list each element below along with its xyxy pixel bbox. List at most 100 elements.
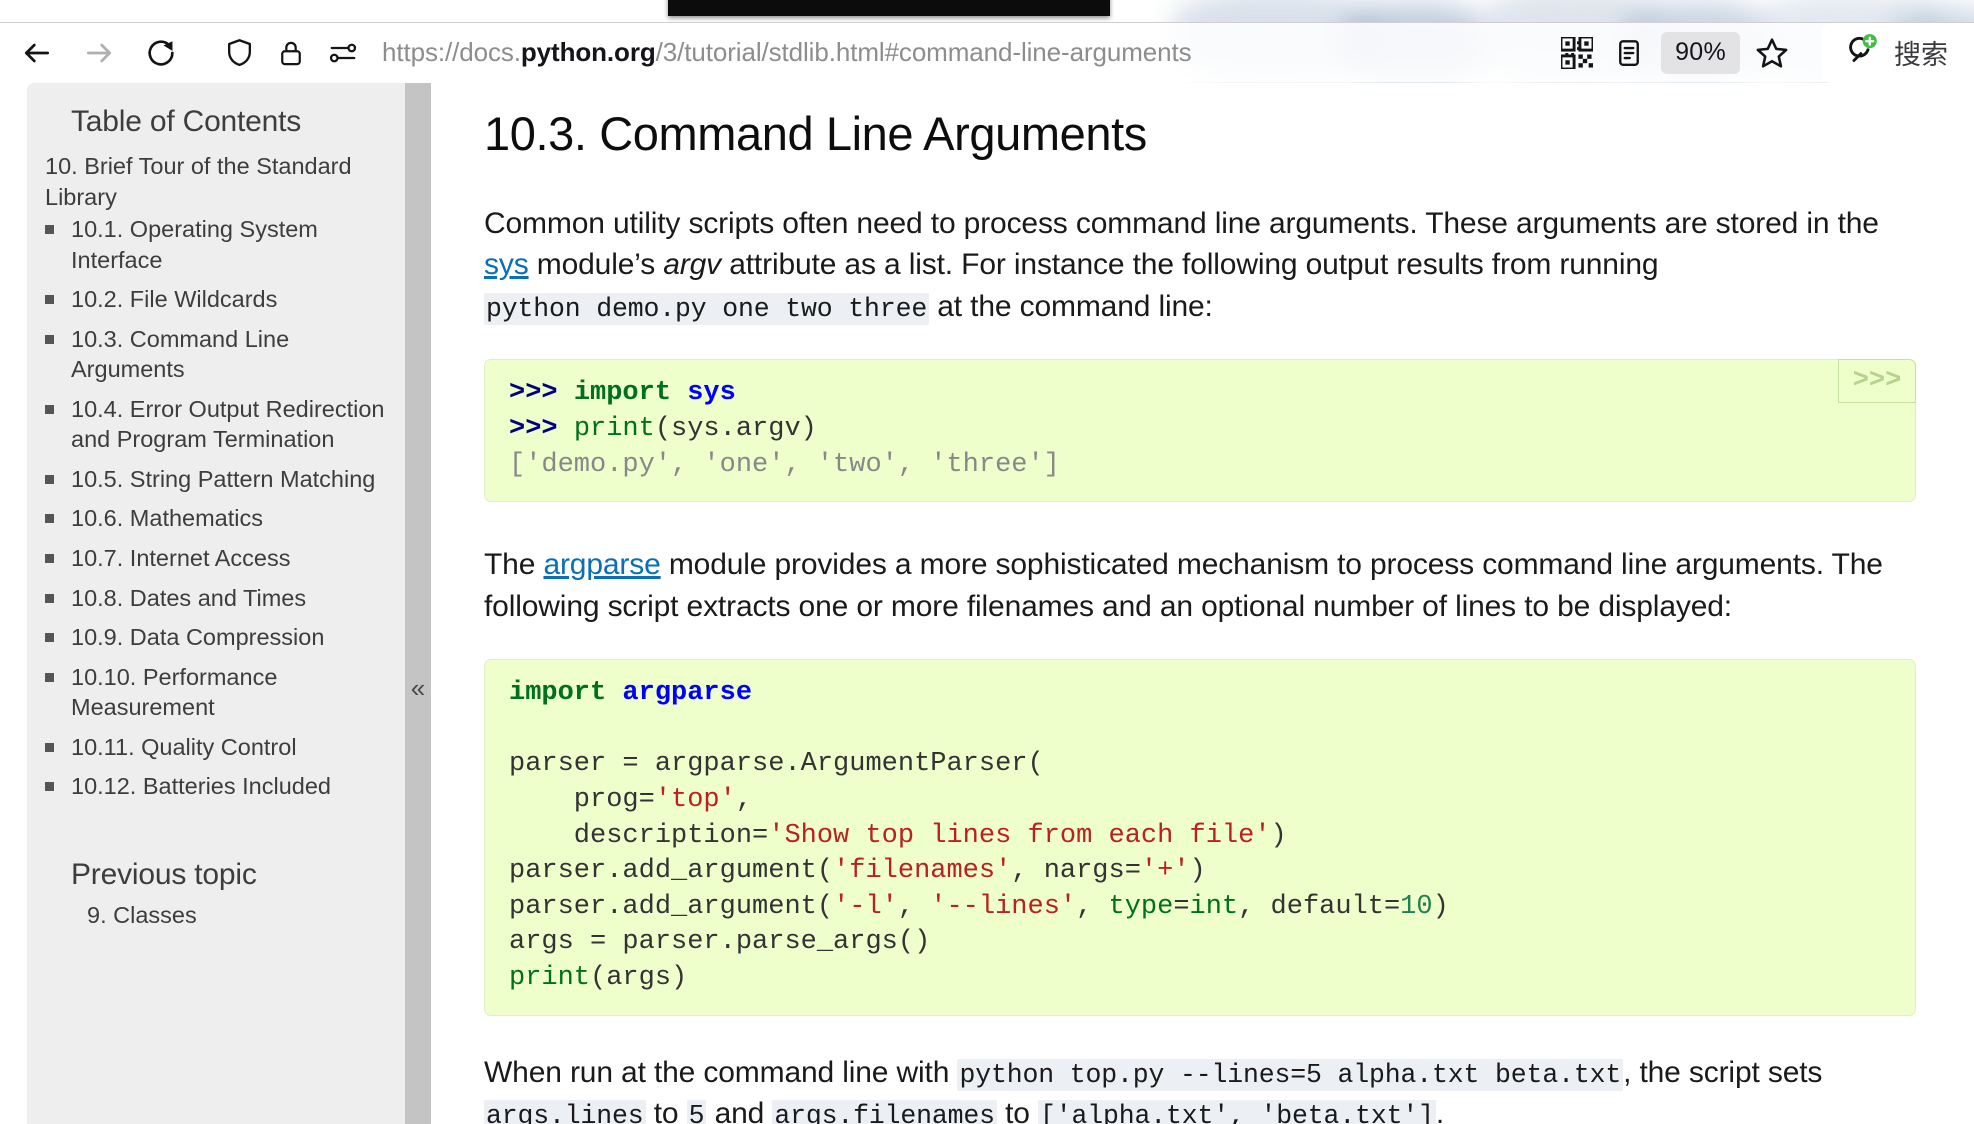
- p3-text-a: When run at the command line with: [484, 1055, 958, 1089]
- browser-tab[interactable]: [668, 0, 1110, 16]
- previous-topic-link[interactable]: 9. Classes: [87, 902, 401, 929]
- sidebar-item-10-11[interactable]: 10.11. Quality Control: [45, 732, 401, 763]
- forward-arrow-icon: [76, 30, 122, 76]
- url-suffix: /3/tutorial/stdlib.html#command-line-arg…: [655, 37, 1192, 67]
- shield-icon[interactable]: [216, 30, 262, 76]
- toggle-prompts-button[interactable]: >>>: [1838, 359, 1916, 404]
- sidebar-scrollbar[interactable]: [405, 83, 431, 1124]
- sidebar-item-10-9[interactable]: 10.9. Data Compression: [45, 622, 401, 653]
- code2-builtin-int: int: [1189, 891, 1239, 922]
- code2-desc-pre: description=: [509, 820, 769, 851]
- sidebar-collapse-handle[interactable]: «: [405, 668, 431, 708]
- search-engine-chip[interactable]: 搜索: [1822, 22, 1974, 83]
- browser-toolbar: https://docs. python.org/3/tutorial/stdli…: [0, 22, 1974, 83]
- inline-code-args-lines: args.lines: [484, 1100, 646, 1124]
- paragraph-intro: Common utility scripts often need to pro…: [484, 203, 1916, 327]
- code-call-argv: (sys.argv): [654, 414, 817, 445]
- code2-default-number: 10: [1400, 891, 1433, 922]
- permissions-sliders-icon[interactable]: [320, 30, 366, 76]
- toc-item-label: 10.4. Error Output Redirection and Progr…: [71, 395, 385, 453]
- sidebar-item-10-8[interactable]: 10.8. Dates and Times: [45, 583, 401, 614]
- code2-add2-post: ): [1432, 891, 1449, 922]
- code-block-sys-argv: >>> >>> import sys >>> print(sys.argv) […: [484, 359, 1916, 503]
- code2-add1-s1: 'filenames': [833, 856, 1012, 887]
- toc-item-label: 10.1. Operating System Interface: [71, 216, 318, 273]
- p2-text-b: module provides a more sophisticated mec…: [484, 548, 1883, 623]
- code-keyword-import: import: [573, 378, 672, 409]
- code2-add2-mid: ,: [897, 891, 931, 922]
- toc-heading: Table of Contents: [71, 105, 302, 138]
- toc-item-label: 10.10. Performance Measurement: [71, 663, 278, 721]
- p3-text-e: to: [996, 1097, 1039, 1124]
- paragraph-argparse: The argparse module provides a more soph…: [484, 544, 1916, 627]
- code2-keyword-import: import: [509, 678, 607, 709]
- bookmark-star-icon[interactable]: [1746, 29, 1798, 77]
- sidebar-item-10-4[interactable]: 10.4. Error Output Redirection and Progr…: [45, 394, 401, 455]
- p3-text-f: .: [1435, 1097, 1445, 1124]
- previous-topic-heading: Previous topic: [71, 857, 257, 891]
- code2-add2-pre: parser.add_argument(: [509, 891, 834, 922]
- sidebar-item-10-7[interactable]: 10.7. Internet Access: [45, 543, 401, 574]
- inline-code-five: 5: [686, 1100, 707, 1124]
- url-bar[interactable]: https://docs. python.org/3/tutorial/stdli…: [366, 30, 1551, 76]
- lock-icon[interactable]: [268, 30, 314, 76]
- code2-print-arg: (args): [590, 963, 688, 994]
- reload-icon[interactable]: [138, 30, 184, 76]
- toc-sub-list: 10.1. Operating System Interface 10.2. F…: [45, 214, 401, 802]
- toc-root-list: 10. Brief Tour of the Standard Library 1…: [45, 151, 401, 802]
- sidebar-item-10-2[interactable]: 10.2. File Wildcards: [45, 284, 401, 315]
- toc-item-label: 10.3. Command Line Arguments: [71, 325, 290, 383]
- toc-item-label: 10.7. Internet Access: [71, 545, 291, 572]
- code2-prog-string: 'top': [654, 784, 736, 815]
- toc-item-label: 10.5. String Pattern Matching: [71, 465, 376, 492]
- argparse-link[interactable]: argparse: [543, 548, 660, 581]
- url-domain: python.org: [520, 37, 656, 67]
- sidebar-item-10-10[interactable]: 10.10. Performance Measurement: [45, 662, 401, 723]
- sys-link[interactable]: sys: [484, 248, 529, 281]
- toc-item-label: 10.6. Mathematics: [71, 505, 264, 532]
- toc-top-item[interactable]: 10. Brief Tour of the Standard Library 1…: [45, 151, 401, 802]
- code-block-argparse-content: import argparse parser = argparse.Argume…: [509, 676, 1891, 997]
- code2-prog-post: ,: [735, 784, 753, 815]
- p1-text-b: module’s: [528, 248, 664, 282]
- toc-item-label: 10.8. Dates and Times: [71, 584, 307, 611]
- inline-code-args-filenames: args.filenames: [772, 1100, 997, 1124]
- code2-desc-string: 'Show top lines from each file': [768, 820, 1271, 851]
- code-builtin-print: print: [573, 414, 655, 445]
- code-block-argparse-script: import argparse parser = argparse.Argume…: [484, 659, 1916, 1016]
- p3-text-b: , the script sets: [1623, 1055, 1823, 1089]
- code2-add2-mid3: , default=: [1238, 891, 1401, 922]
- sidebar-item-10-1[interactable]: 10.1. Operating System Interface: [45, 214, 401, 275]
- reader-view-icon[interactable]: [1603, 29, 1655, 77]
- sidebar-item-10-3[interactable]: 10.3. Command Line Arguments: [45, 324, 401, 385]
- code2-desc-post: ): [1270, 820, 1287, 851]
- sidebar-item-10-12[interactable]: 10.12. Batteries Included: [45, 771, 401, 802]
- p1-text-a: Common utility scripts often need to pro…: [484, 207, 1879, 241]
- p1-text-c: attribute as a list. For instance the fo…: [721, 248, 1659, 282]
- page-title: 10.3. Command Line Arguments: [484, 107, 1147, 160]
- back-arrow-icon[interactable]: [14, 30, 60, 76]
- code2-module-argparse: argparse: [622, 678, 753, 709]
- code-block-sys-argv-content: >>> import sys >>> print(sys.argv) ['dem…: [509, 376, 1891, 483]
- sidebar-item-10-5[interactable]: 10.5. String Pattern Matching: [45, 464, 401, 495]
- code-module-sys: sys: [687, 378, 736, 409]
- code2-add1-pre: parser.add_argument(: [509, 856, 834, 887]
- inline-code-demo-command: python demo.py one two three: [484, 292, 930, 325]
- p3-text-d: and: [706, 1097, 773, 1124]
- main-content: 10.3. Command Line Arguments Common util…: [484, 83, 1974, 1124]
- zoom-level-badge[interactable]: 90%: [1661, 31, 1740, 74]
- sidebar-item-10-6[interactable]: 10.6. Mathematics: [45, 503, 401, 534]
- page-viewport: Table of Contents 10. Brief Tour of the …: [0, 83, 1974, 1124]
- code2-add1-mid: , nargs=: [1011, 856, 1141, 887]
- toc-item-label: 10.11. Quality Control: [71, 733, 297, 760]
- code2-add1-post: ): [1189, 856, 1206, 887]
- toc-item-label: 10.2. File Wildcards: [71, 286, 278, 313]
- code-prompt: >>>: [509, 378, 574, 409]
- code2-add2-s2: '--lines': [930, 891, 1077, 922]
- tab-strip: [0, 0, 1974, 22]
- qr-code-icon[interactable]: [1551, 29, 1603, 77]
- code2-kw-type: type: [1108, 891, 1174, 922]
- code2-line-parser: parser = argparse.ArgumentParser(: [509, 749, 1044, 780]
- code2-add1-s2: '+': [1140, 856, 1190, 887]
